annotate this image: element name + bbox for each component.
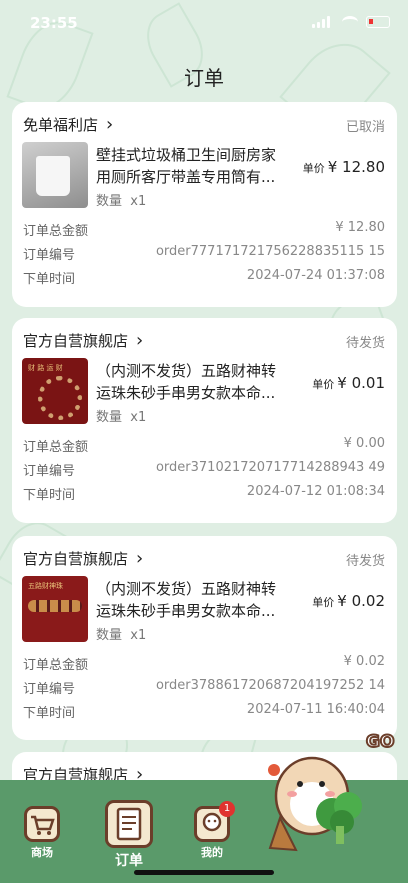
- clipboard-icon: [105, 800, 153, 848]
- quantity: 数量 x1: [96, 628, 147, 643]
- tab-mall[interactable]: 商场: [22, 806, 62, 860]
- total-row: 订单总金额 ¥ 12.80: [23, 220, 385, 239]
- order-status: 已取消: [345, 120, 385, 135]
- order-time-row: 下单时间 2024-07-12 01:08:34: [23, 484, 385, 503]
- product-thumbnail[interactable]: 五路财神珠: [22, 576, 88, 642]
- thumbnail-text: 五路财神珠: [28, 582, 63, 590]
- quantity: 数量 x1: [96, 410, 147, 425]
- shop-name: 官方自营旗舰店: [23, 332, 129, 350]
- order-card[interactable]: 官方自营旗舰店 › 待发货 财 路 运 财 （内测不发货）五路财神转运珠朱砂手串…: [12, 318, 397, 523]
- shop-link[interactable]: 官方自营旗舰店 ›: [23, 330, 143, 351]
- tab-profile[interactable]: 1 我的: [192, 801, 235, 860]
- go-badge: GO: [365, 731, 395, 753]
- shop-name: 免单福利店: [23, 116, 99, 134]
- unit-price: 单价 ¥ 12.80: [302, 158, 385, 176]
- shop-name: 官方自营旗舰店: [23, 550, 129, 568]
- wifi-icon: [342, 16, 358, 28]
- order-status: 待发货: [345, 336, 385, 351]
- order-no-row: 订单编号 order371021720717714288943 49: [23, 460, 385, 479]
- chevron-right-icon: ›: [136, 548, 144, 569]
- status-bar: 23:55: [0, 0, 408, 50]
- order-time-row: 下单时间 2024-07-24 01:37:08: [23, 268, 385, 287]
- unit-price: 单价 ¥ 0.02: [312, 592, 385, 610]
- order-status: 待发货: [345, 554, 385, 569]
- total-row: 订单总金额 ¥ 0.02: [23, 654, 385, 673]
- order-time-row: 下单时间 2024-07-11 16:40:04: [23, 702, 385, 721]
- order-no-row: 订单编号 order777171721756228835115 15: [23, 244, 385, 263]
- product-thumbnail[interactable]: 财 路 运 财: [22, 358, 88, 424]
- unit-price: 单价 ¥ 0.01: [312, 374, 385, 392]
- product-thumbnail[interactable]: [22, 142, 88, 208]
- hamster-mascot[interactable]: GO: [262, 726, 402, 856]
- total-row: 订单总金额 ¥ 0.00: [23, 436, 385, 455]
- status-time: 23:55: [30, 14, 78, 32]
- product-name[interactable]: 壁挂式垃圾桶卫生间厨房家用厕所客厅带盖专用筒有...: [96, 144, 286, 188]
- order-card[interactable]: 官方自营旗舰店 › 待发货 五路财神珠 （内测不发货）五路财神转运珠朱砂手串男女…: [12, 536, 397, 740]
- avatar-icon: 1: [194, 801, 235, 842]
- shop-link[interactable]: 官方自营旗舰店 ›: [23, 548, 143, 569]
- product-name[interactable]: （内测不发货）五路财神转运珠朱砂手串男女款本命...: [96, 360, 286, 404]
- page-title: 订单: [184, 66, 224, 90]
- cart-icon: [24, 806, 60, 842]
- chevron-right-icon: ›: [136, 330, 144, 351]
- thumbnail-text: 财 路 运 财: [28, 364, 63, 372]
- battery-icon: [366, 16, 390, 28]
- quantity: 数量 x1: [96, 194, 147, 209]
- tab-orders[interactable]: 订单: [104, 800, 154, 870]
- order-no-row: 订单编号 order378861720687204197252 14: [23, 678, 385, 697]
- product-name[interactable]: （内测不发货）五路财神转运珠朱砂手串男女款本命...: [96, 578, 286, 622]
- order-card[interactable]: 免单福利店 › 已取消 壁挂式垃圾桶卫生间厨房家用厕所客厅带盖专用筒有... 数…: [12, 102, 397, 307]
- chevron-right-icon: ›: [106, 114, 114, 135]
- home-indicator: [134, 870, 274, 875]
- shop-link[interactable]: 免单福利店 ›: [23, 114, 113, 135]
- notification-badge: 1: [219, 801, 235, 817]
- signal-icon: [312, 16, 334, 28]
